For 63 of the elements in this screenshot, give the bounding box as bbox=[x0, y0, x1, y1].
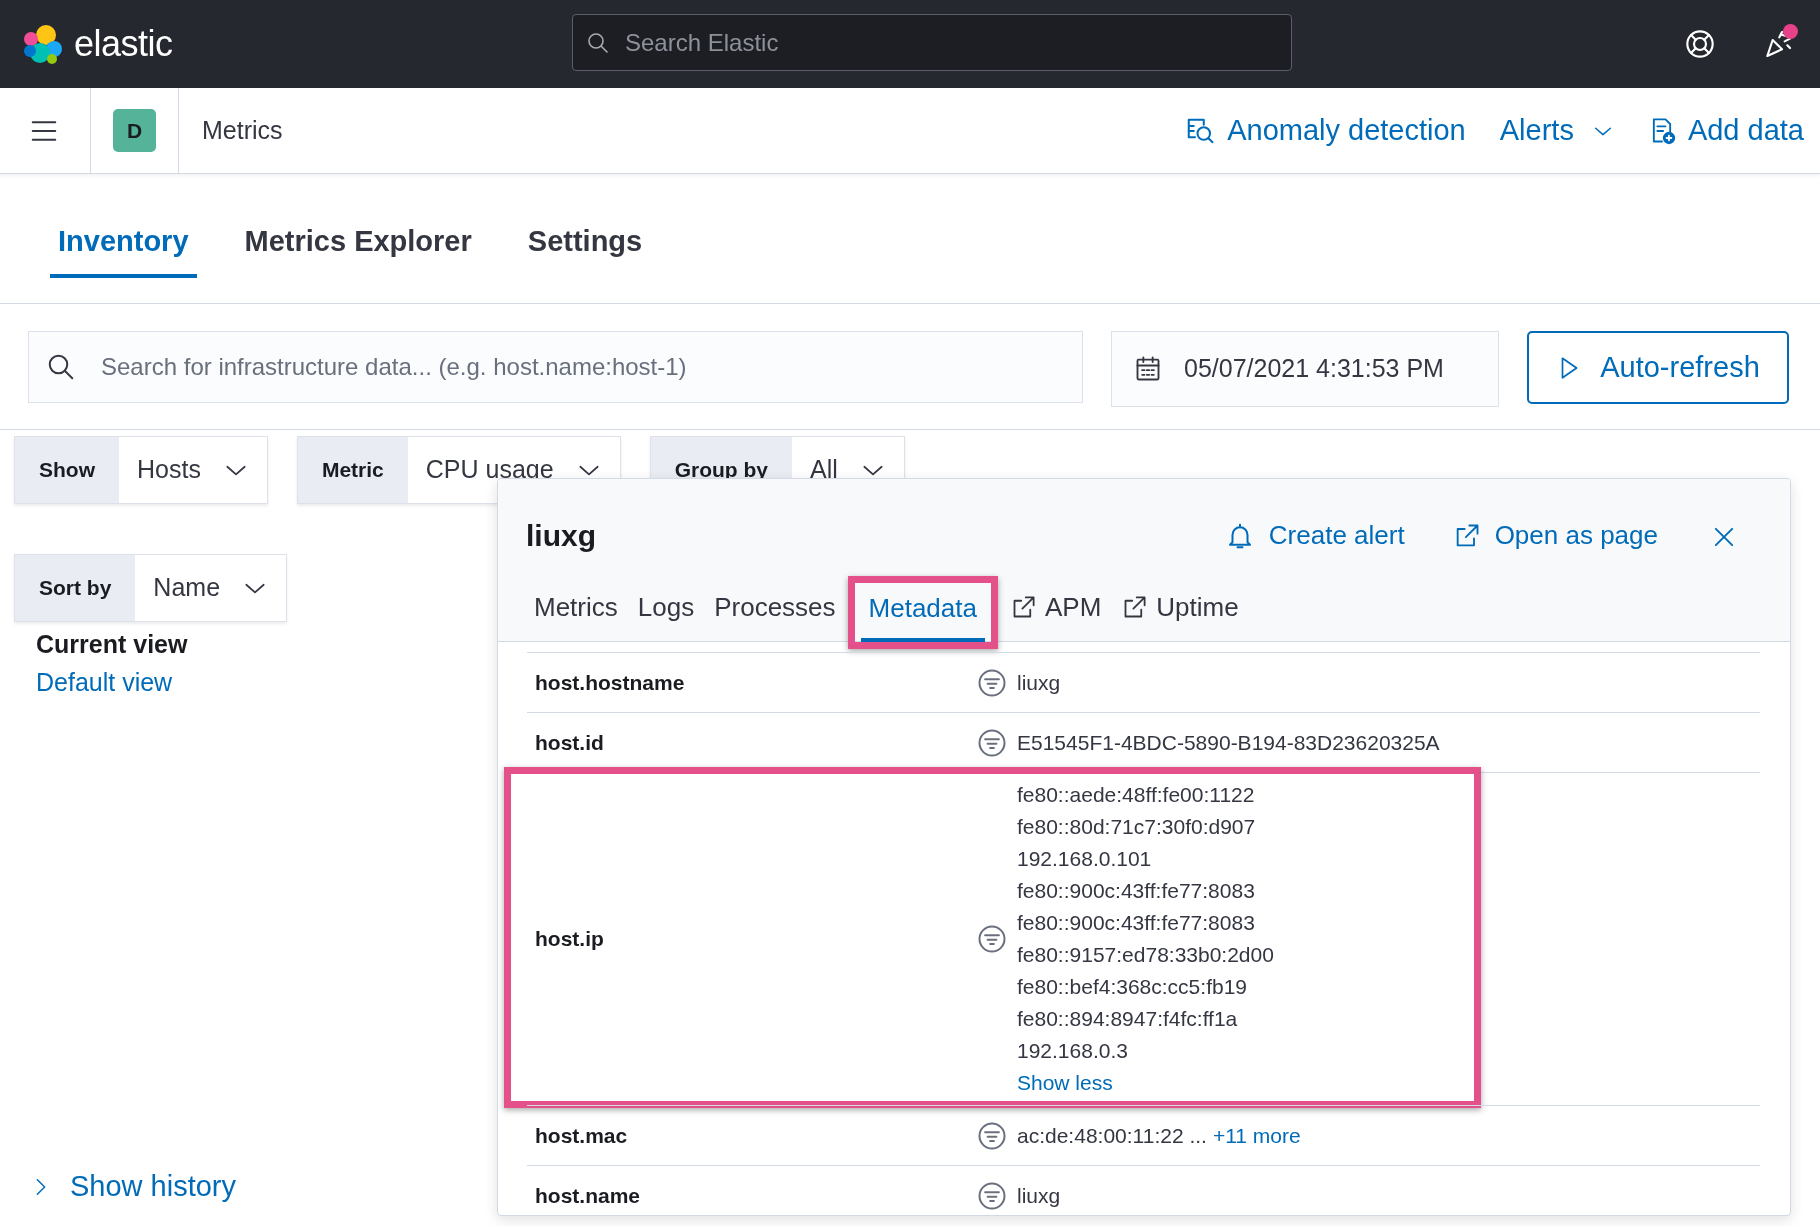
field-value: fe80::80d:71c7:30f0:d907 bbox=[1017, 814, 1256, 840]
flyout-tab[interactable]: APM bbox=[1001, 582, 1110, 641]
flyout-title: liuxg bbox=[526, 518, 596, 554]
app-title: Metrics bbox=[202, 114, 283, 146]
brand-name: elastic bbox=[74, 22, 173, 66]
flyout-tab[interactable]: Metrics bbox=[526, 582, 626, 641]
filter-dropdown[interactable]: Show Hosts bbox=[14, 436, 268, 504]
field-name: host.id bbox=[534, 729, 605, 756]
field-value: fe80::900c:43ff:fe77:8083 bbox=[1017, 878, 1255, 904]
flyout-tab[interactable]: Metadata bbox=[860, 583, 985, 642]
page-tab[interactable]: Inventory bbox=[50, 220, 197, 278]
filter-value: Hosts bbox=[137, 454, 201, 486]
filter-label: Metric bbox=[297, 437, 408, 503]
page-tab[interactable]: Settings bbox=[519, 220, 651, 278]
help-icon[interactable] bbox=[1684, 28, 1716, 60]
current-view-heading: Current view bbox=[36, 629, 188, 660]
search-icon bbox=[46, 352, 76, 382]
header-link[interactable]: Alerts bbox=[1499, 108, 1614, 153]
filter-icon[interactable] bbox=[977, 924, 1007, 954]
filter-icon[interactable] bbox=[977, 667, 1007, 698]
field-name: host.name bbox=[534, 1182, 642, 1209]
filter-value: All bbox=[809, 454, 838, 486]
field-name: host.ip bbox=[534, 926, 605, 953]
auto-refresh-button[interactable]: Auto-refresh bbox=[1527, 331, 1789, 404]
flyout-tab[interactable]: Processes bbox=[706, 582, 844, 641]
space-avatar[interactable]: D bbox=[113, 109, 156, 152]
filter-icon[interactable] bbox=[977, 1120, 1007, 1151]
field-value: liuxg bbox=[1017, 669, 1061, 696]
filter-icon[interactable] bbox=[977, 1180, 1007, 1211]
field-value: 192.168.0.101 bbox=[1017, 846, 1152, 872]
header-link[interactable]: Add data bbox=[1647, 108, 1804, 153]
filter-label: Show bbox=[15, 437, 119, 503]
filter-dropdown[interactable]: Sort by Name bbox=[14, 554, 288, 622]
flyout-tab[interactable]: Uptime bbox=[1113, 582, 1247, 641]
default-view-link[interactable]: Default view bbox=[36, 663, 173, 701]
field-value: fe80::900c:43ff:fe77:8083 bbox=[1017, 910, 1255, 936]
flyout-tab[interactable]: Logs bbox=[629, 582, 703, 641]
calendar-icon bbox=[1134, 355, 1162, 383]
field-value: 192.168.0.3 bbox=[1017, 1038, 1128, 1064]
filter-icon[interactable] bbox=[977, 727, 1007, 758]
show-less-link[interactable]: Show less bbox=[1017, 1071, 1113, 1094]
query-search-field[interactable]: Search for infrastructure data... (e.g. host.name:host-1) bbox=[28, 331, 1083, 403]
field-name: host.mac bbox=[534, 1122, 629, 1149]
page-tab[interactable]: Metrics Explorer bbox=[236, 220, 480, 278]
flyout-action[interactable]: Open as page bbox=[1446, 515, 1664, 556]
filter-label: Sort by bbox=[15, 555, 136, 621]
search-icon bbox=[586, 30, 610, 55]
field-value: liuxg bbox=[1017, 1182, 1061, 1209]
header-link[interactable]: Anomaly detection bbox=[1185, 108, 1466, 153]
field-value: fe80::9157:ed78:33b0:2d00 bbox=[1017, 942, 1274, 968]
date-picker[interactable]: 05/07/2021 4:31:53 PM bbox=[1111, 331, 1499, 407]
logo-icon[interactable] bbox=[22, 23, 64, 65]
field-value: fe80::894:8947:f4fc:ff1a bbox=[1017, 1006, 1238, 1032]
show-history-button[interactable]: Show history bbox=[24, 1164, 242, 1210]
field-value: ac:de:48:00:11:22 ... bbox=[1017, 1122, 1207, 1149]
flyout-action[interactable]: Create alert bbox=[1218, 515, 1411, 556]
field-value: fe80::aede:48ff:fe00:1122 bbox=[1017, 782, 1255, 808]
field-value: fe80::bef4:368c:cc5:fb19 bbox=[1017, 974, 1247, 1000]
search-field[interactable]: Search Elastic bbox=[572, 14, 1292, 71]
field-value: E51545F1-4BDC-5890-B194-83D23620325A bbox=[1017, 729, 1440, 756]
filter-value: Name bbox=[153, 572, 221, 604]
field-name: host.hostname bbox=[534, 669, 686, 696]
more-link[interactable]: +11 more bbox=[1212, 1119, 1301, 1152]
